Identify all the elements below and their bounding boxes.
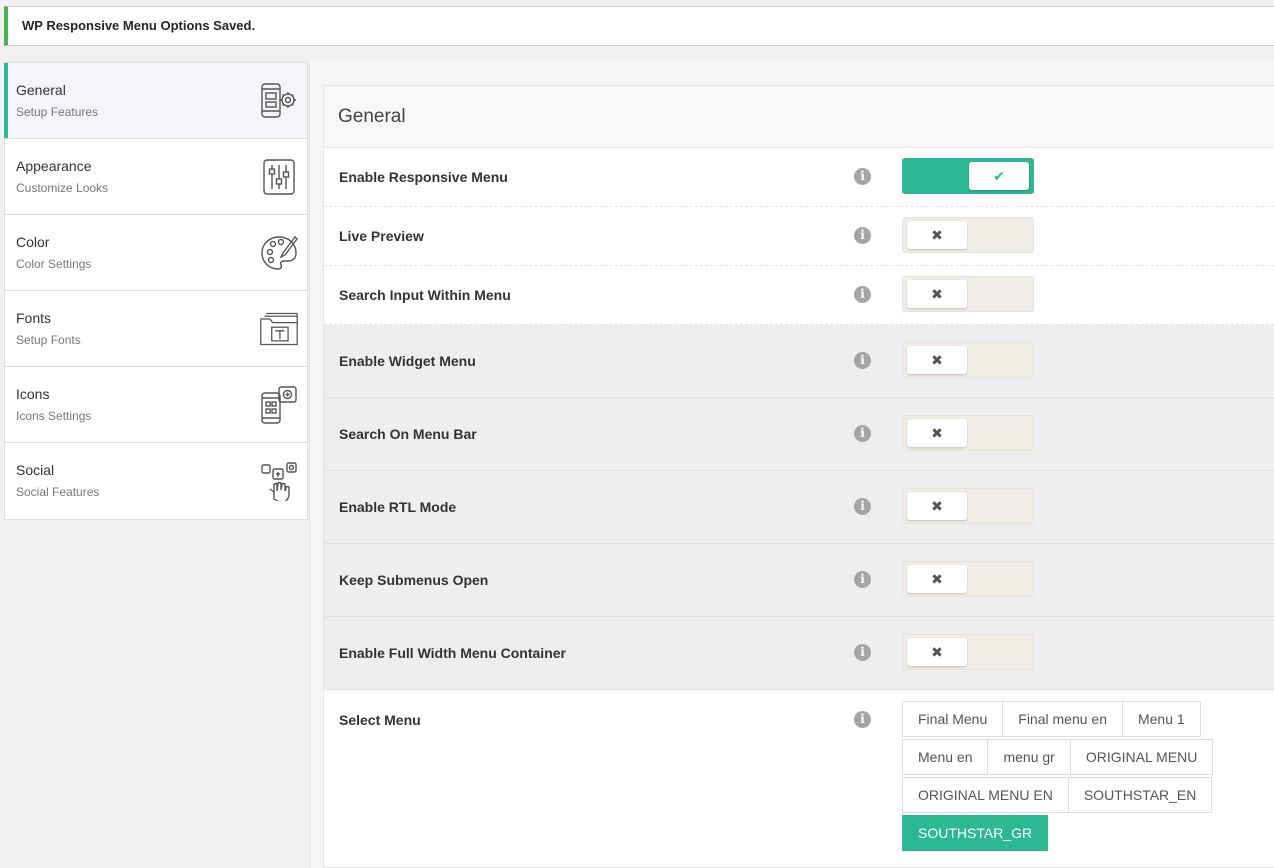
- main-content: General Enable Responsive Menu i ✔ Live …: [309, 62, 1274, 868]
- sidebar-item-fonts[interactable]: Fonts Setup Fonts: [5, 291, 307, 367]
- setting-label: Enable Full Width Menu Container: [339, 645, 566, 661]
- check-icon: ✔: [969, 162, 1029, 190]
- close-icon: ✖: [907, 419, 967, 447]
- setting-label: Enable Widget Menu: [339, 353, 476, 369]
- setting-row-enable-rtl-mode: Enable RTL Mode i ✖: [324, 471, 1274, 544]
- options-saved-notice: WP Responsive Menu Options Saved.: [4, 6, 1274, 46]
- close-icon: ✖: [907, 346, 967, 374]
- enable-rtl-mode-toggle[interactable]: ✖: [902, 488, 1034, 524]
- live-preview-toggle[interactable]: ✖: [902, 217, 1034, 253]
- info-icon[interactable]: i: [854, 168, 871, 185]
- settings-sidebar: General Setup Features Appearance Custom…: [4, 62, 308, 520]
- sidebar-item-subtitle: Social Features: [16, 485, 100, 499]
- search-on-menu-bar-toggle[interactable]: ✖: [902, 415, 1034, 451]
- sidebar-item-subtitle: Customize Looks: [16, 181, 109, 195]
- sliders-icon: [263, 159, 295, 195]
- notice-text: WP Responsive Menu Options Saved.: [22, 18, 256, 33]
- search-input-within-menu-toggle[interactable]: ✖: [902, 276, 1034, 312]
- info-icon[interactable]: i: [854, 498, 871, 515]
- close-icon: ✖: [907, 492, 967, 520]
- social-hand-icon: [261, 462, 297, 501]
- sidebar-item-subtitle: Icons Settings: [16, 409, 92, 423]
- sidebar-item-title: Color: [16, 234, 50, 250]
- mobile-icons-icon: [261, 386, 297, 424]
- sidebar-item-color[interactable]: Color Color Settings: [5, 215, 307, 291]
- setting-label: Select Menu: [339, 712, 421, 728]
- menu-option[interactable]: Final Menu: [902, 701, 1004, 737]
- sidebar-item-appearance[interactable]: Appearance Customize Looks: [5, 139, 307, 215]
- sidebar-item-title: Social: [16, 462, 55, 478]
- sidebar-item-subtitle: Color Settings: [16, 257, 92, 271]
- menu-option[interactable]: ORIGINAL MENU EN: [902, 777, 1069, 813]
- setting-row-keep-submenus-open: Keep Submenus Open i ✖: [324, 544, 1274, 617]
- menu-option[interactable]: Final menu en: [1002, 701, 1123, 737]
- close-icon: ✖: [907, 221, 967, 249]
- setting-label: Search On Menu Bar: [339, 426, 477, 442]
- setting-row-enable-widget-menu: Enable Widget Menu i ✖: [324, 325, 1274, 398]
- info-icon[interactable]: i: [854, 352, 871, 369]
- page-title: General: [338, 106, 406, 127]
- setting-row-enable-full-width-menu-container: Enable Full Width Menu Container i ✖: [324, 617, 1274, 690]
- setting-row-enable-responsive-menu: Enable Responsive Menu i ✔: [324, 148, 1274, 207]
- sidebar-item-subtitle: Setup Fonts: [16, 333, 81, 347]
- enable-widget-menu-toggle[interactable]: ✖: [902, 342, 1034, 378]
- setting-row-search-input-within-menu: Search Input Within Menu i ✖: [324, 266, 1274, 325]
- close-icon: ✖: [907, 280, 967, 308]
- setting-label: Live Preview: [339, 228, 424, 244]
- close-icon: ✖: [907, 638, 967, 666]
- palette-icon: [261, 235, 298, 270]
- setting-row-live-preview: Live Preview i ✖: [324, 207, 1274, 266]
- menu-option[interactable]: Menu en: [902, 739, 989, 775]
- enable-full-width-menu-container-toggle[interactable]: ✖: [902, 634, 1034, 670]
- sidebar-item-subtitle: Setup Features: [16, 105, 99, 119]
- setting-label: Search Input Within Menu: [339, 287, 511, 303]
- sidebar-item-title: General: [16, 82, 66, 98]
- menu-option-selected[interactable]: SOUTHSTAR_GR: [902, 815, 1049, 851]
- mobile-gear-icon: [261, 83, 296, 118]
- info-icon[interactable]: i: [854, 425, 871, 442]
- sidebar-item-icons[interactable]: Icons Icons Settings: [5, 367, 307, 443]
- menu-options-group: Final Menu Final menu en Menu 1 Menu en …: [902, 701, 1232, 853]
- info-icon[interactable]: i: [854, 711, 871, 728]
- info-icon[interactable]: i: [854, 227, 871, 244]
- keep-submenus-open-toggle[interactable]: ✖: [902, 561, 1034, 597]
- menu-option[interactable]: ORIGINAL MENU: [1069, 739, 1214, 775]
- font-folder-icon: [260, 312, 298, 346]
- sidebar-item-social[interactable]: Social Social Features: [5, 443, 307, 519]
- setting-label: Keep Submenus Open: [339, 572, 489, 588]
- setting-label: Enable Responsive Menu: [339, 169, 508, 185]
- close-icon: ✖: [907, 565, 967, 593]
- info-icon[interactable]: i: [854, 644, 871, 661]
- general-settings-panel: General Enable Responsive Menu i ✔ Live …: [323, 85, 1274, 868]
- panel-header: General: [324, 86, 1274, 148]
- sidebar-item-title: Appearance: [16, 158, 92, 174]
- setting-row-search-on-menu-bar: Search On Menu Bar i ✖: [324, 398, 1274, 471]
- menu-option[interactable]: Menu 1: [1121, 701, 1201, 737]
- sidebar-item-title: Fonts: [16, 310, 52, 326]
- info-icon[interactable]: i: [854, 286, 871, 303]
- sidebar-item-general[interactable]: General Setup Features: [4, 63, 307, 139]
- sidebar-item-title: Icons: [16, 386, 50, 402]
- info-icon[interactable]: i: [854, 571, 871, 588]
- enable-responsive-menu-toggle[interactable]: ✔: [902, 158, 1034, 194]
- menu-option[interactable]: menu gr: [987, 739, 1071, 775]
- setting-row-select-menu: Select Menu i Final Menu Final menu en M…: [324, 690, 1274, 868]
- menu-option[interactable]: SOUTHSTAR_EN: [1067, 777, 1213, 813]
- setting-label: Enable RTL Mode: [339, 499, 457, 515]
